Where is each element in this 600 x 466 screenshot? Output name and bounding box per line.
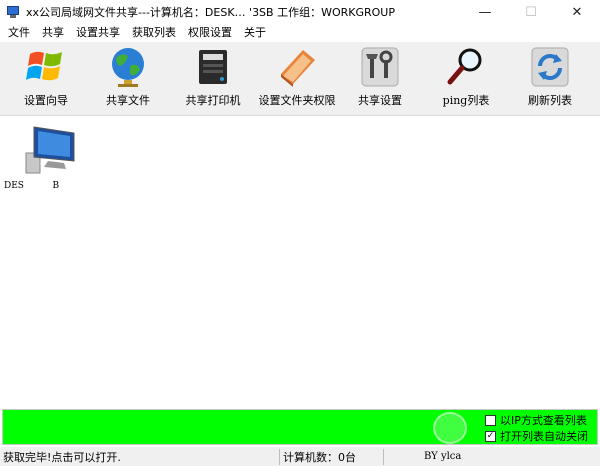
magnifier-icon (442, 44, 490, 90)
refresh-icon (526, 44, 574, 90)
view-by-ip-option[interactable]: 以IP方式查看列表 (485, 412, 599, 428)
list-item-computer[interactable]: DES B (4, 123, 94, 191)
view-by-ip-checkbox[interactable] (485, 414, 496, 426)
watermark-logo (433, 412, 467, 444)
share-settings-label: 共享设置 (358, 94, 402, 107)
share-printer-label: 共享打印机 (185, 94, 241, 107)
app-computer-icon (6, 5, 20, 19)
wizard-label: 设置向导 (24, 94, 68, 107)
minimize-button[interactable]: — (462, 0, 508, 24)
title-bar: xx公司局域网文件共享---计算机名：DESK… '3SB 工作组：WORKGR… (0, 0, 600, 24)
refresh-list-button[interactable]: 刷新列表 (518, 44, 582, 114)
ping-list-label: ping列表 (442, 94, 490, 107)
menu-about[interactable]: 关于 (238, 24, 272, 42)
menu-get-list[interactable]: 获取列表 (126, 24, 182, 42)
folder-permissions-button[interactable]: 设置文件夹权限 (255, 44, 339, 114)
computer-name: DES B (4, 181, 60, 191)
tools-icon (356, 44, 404, 90)
menu-permissions[interactable]: 权限设置 (182, 24, 238, 42)
share-settings-button[interactable]: 共享设置 (350, 44, 410, 114)
auto-close-checkbox[interactable]: ✓ (485, 430, 496, 442)
window-controls: — ☐ ✕ (462, 0, 600, 24)
windows-logo-icon (22, 44, 70, 90)
notebook-icon (273, 44, 321, 90)
close-button[interactable]: ✕ (554, 0, 600, 24)
menu-file[interactable]: 文件 (2, 24, 36, 42)
wizard-button[interactable]: 设置向导 (14, 44, 78, 114)
status-message: 获取完毕!点击可以打开. (0, 448, 280, 465)
share-files-label: 共享文件 (106, 94, 150, 107)
view-by-ip-label: 以IP方式查看列表 (500, 414, 587, 427)
refresh-list-label: 刷新列表 (528, 94, 572, 107)
computer-list: DES B (0, 117, 600, 407)
computer-count: 计算机数：0台 (280, 448, 384, 465)
options-panel: 以IP方式查看列表 ✓ 打开列表自动关闭 (485, 412, 599, 444)
auto-close-label: 打开列表自动关闭 (500, 430, 588, 443)
auto-close-option[interactable]: ✓ 打开列表自动关闭 (485, 428, 599, 444)
status-bar: 获取完毕!点击可以打开. 计算机数：0台 BY ylca (0, 447, 600, 466)
menu-bar: 文件 共享 设置共享 获取列表 权限设置 关于 (0, 24, 600, 42)
menu-set-share[interactable]: 设置共享 (70, 24, 126, 42)
menu-share[interactable]: 共享 (36, 24, 70, 42)
progress-area: 以IP方式查看列表 ✓ 打开列表自动关闭 (2, 409, 598, 445)
ping-list-button[interactable]: ping列表 (434, 44, 498, 114)
printer-icon (189, 44, 237, 90)
author-label: BY ylca (424, 451, 462, 462)
globe-icon (104, 44, 152, 90)
window-title: xx公司局域网文件共享---计算机名：DESK… '3SB 工作组：WORKGR… (26, 6, 395, 19)
share-printer-button[interactable]: 共享打印机 (178, 44, 248, 114)
maximize-button[interactable]: ☐ (508, 0, 554, 24)
toolbar: 设置向导 共享文件 共享打印机 设置文件夹权限 共享设置 ping列表 刷新列表 (0, 42, 600, 116)
folder-permissions-label: 设置文件夹权限 (258, 94, 336, 107)
computer-icon (20, 123, 80, 177)
share-files-button[interactable]: 共享文件 (96, 44, 160, 114)
